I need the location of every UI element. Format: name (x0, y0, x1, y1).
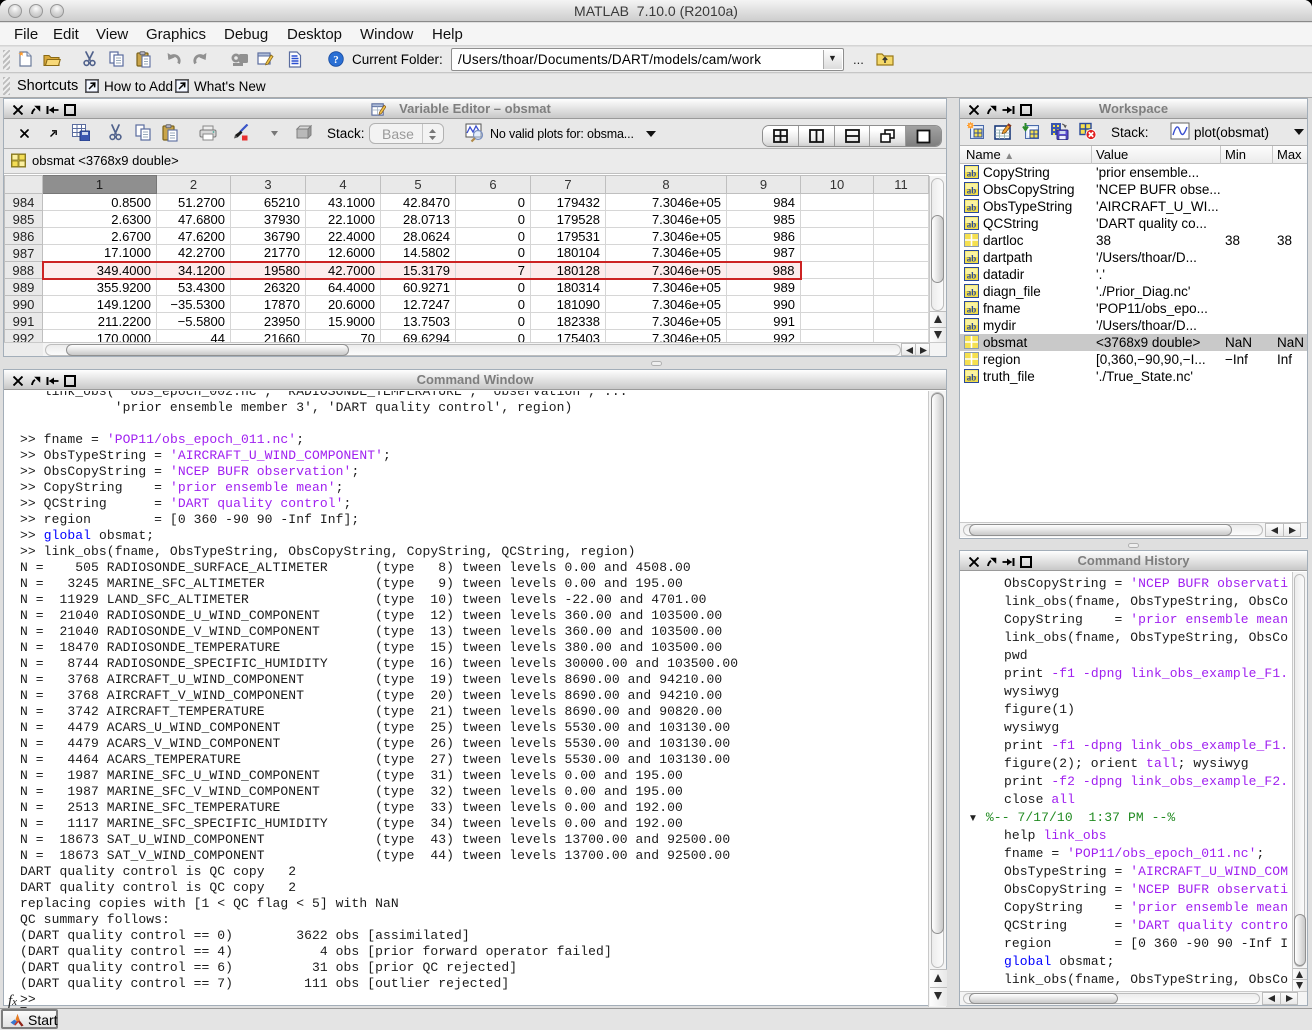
svg-text:ab: ab (967, 186, 977, 196)
svg-text:ab: ab (967, 288, 977, 298)
svg-text:ab: ab (967, 373, 977, 383)
svg-text:ab: ab (967, 271, 977, 281)
svg-text:ab: ab (967, 254, 977, 264)
svg-text:ab: ab (967, 305, 977, 315)
svg-text:ab: ab (967, 203, 977, 213)
svg-text:?: ? (333, 54, 339, 66)
svg-text:ab: ab (967, 322, 977, 332)
svg-text:ab: ab (967, 220, 977, 230)
svg-text:ab: ab (967, 169, 977, 179)
